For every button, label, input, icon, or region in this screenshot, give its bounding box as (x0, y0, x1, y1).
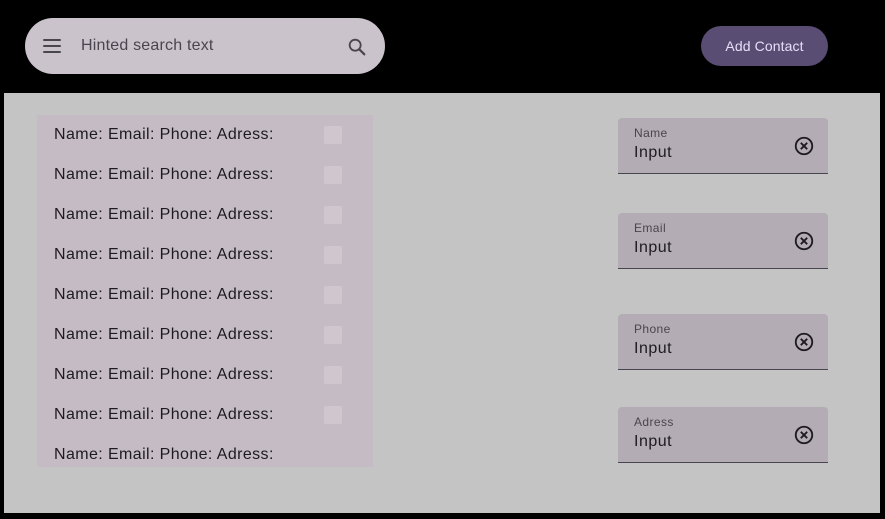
phone-field[interactable]: Phone Input (618, 314, 828, 370)
list-item-checkbox[interactable] (324, 286, 342, 304)
list-item-checkbox[interactable] (324, 206, 342, 224)
address-field-value[interactable]: Input (634, 433, 672, 451)
email-field[interactable]: Email Input (618, 213, 828, 269)
list-item-checkbox[interactable] (324, 326, 342, 344)
clear-icon[interactable] (793, 230, 815, 252)
main-content: Name: Email: Phone: Adress: Name: Email:… (4, 93, 880, 513)
address-field-label: Adress (634, 415, 674, 429)
search-bar[interactable]: Hinted search text (25, 18, 385, 74)
list-item-checkbox[interactable] (324, 366, 342, 384)
list-item-label: Name: Email: Phone: Adress: (54, 206, 274, 223)
app-window: Hinted search text Add Contact Name: Ema… (4, 0, 880, 513)
clear-icon[interactable] (793, 424, 815, 446)
list-item[interactable]: Name: Email: Phone: Adress: (37, 195, 373, 235)
list-item-checkbox[interactable] (324, 406, 342, 424)
phone-field-label: Phone (634, 322, 671, 336)
phone-field-value[interactable]: Input (634, 340, 672, 358)
list-item-label: Name: Email: Phone: Adress: (54, 366, 274, 383)
list-item-label: Name: Email: Phone: Adress: (54, 286, 274, 303)
list-item-checkbox[interactable] (324, 126, 342, 144)
name-field[interactable]: Name Input (618, 118, 828, 174)
list-item-label: Name: Email: Phone: Adress: (54, 246, 274, 263)
list-item[interactable]: Name: Email: Phone: Adress: (37, 275, 373, 315)
clear-icon[interactable] (793, 331, 815, 353)
list-item[interactable]: Name: Email: Phone: Adress: (37, 235, 373, 275)
list-item-checkbox[interactable] (324, 166, 342, 184)
menu-icon[interactable] (43, 36, 63, 56)
email-field-value[interactable]: Input (634, 239, 672, 257)
contact-list: Name: Email: Phone: Adress: Name: Email:… (37, 115, 373, 467)
list-item[interactable]: Name: Email: Phone: Adress: (37, 315, 373, 355)
search-input[interactable]: Hinted search text (81, 18, 214, 74)
address-field[interactable]: Adress Input (618, 407, 828, 463)
list-item[interactable]: Name: Email: Phone: Adress: (37, 155, 373, 195)
list-item-label: Name: Email: Phone: Adress: (54, 446, 274, 463)
list-item-label: Name: Email: Phone: Adress: (54, 406, 274, 423)
list-item[interactable]: Name: Email: Phone: Adress: (37, 355, 373, 395)
top-app-bar: Hinted search text Add Contact (4, 0, 880, 93)
list-item[interactable]: Name: Email: Phone: Adress: (37, 435, 373, 467)
list-item-label: Name: Email: Phone: Adress: (54, 166, 274, 183)
list-item[interactable]: Name: Email: Phone: Adress: (37, 395, 373, 435)
list-item-label: Name: Email: Phone: Adress: (54, 126, 274, 143)
clear-icon[interactable] (793, 135, 815, 157)
list-item-label: Name: Email: Phone: Adress: (54, 326, 274, 343)
list-item[interactable]: Name: Email: Phone: Adress: (37, 115, 373, 155)
add-contact-button[interactable]: Add Contact (701, 26, 828, 66)
name-field-value[interactable]: Input (634, 144, 672, 162)
email-field-label: Email (634, 221, 667, 235)
search-icon[interactable] (346, 36, 368, 58)
list-item-checkbox[interactable] (324, 246, 342, 264)
name-field-label: Name (634, 126, 668, 140)
